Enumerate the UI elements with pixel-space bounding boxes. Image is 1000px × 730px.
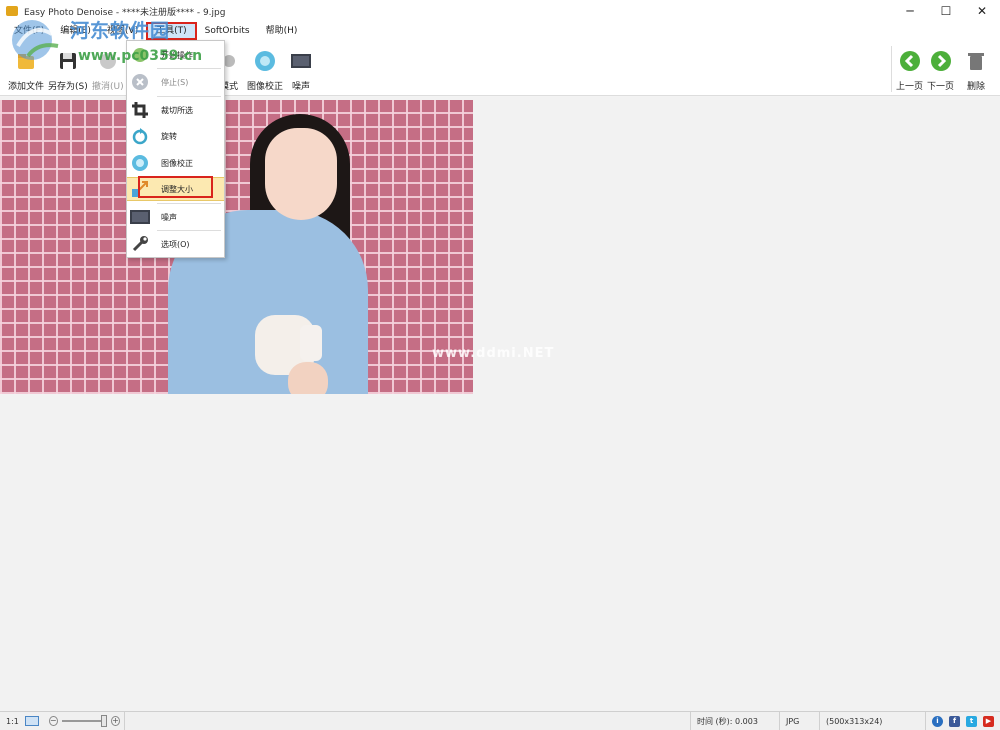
prev-page-label: 上一页 <box>896 82 924 92</box>
tools-menu: 开始操作 停止(S) 裁切所选 旋转 图像校正 调整大小 噪声 选项(O) <box>126 40 225 258</box>
zoom-slider-thumb[interactable] <box>101 715 108 727</box>
photo-watermark-text: www.ddmi.NET <box>432 346 555 361</box>
file-format: JPG <box>780 711 820 730</box>
add-file-label: 添加文件 <box>8 82 45 92</box>
menu-item-label: 噪声 <box>161 212 177 222</box>
processing-time: 时间 (秒): 0.003 <box>690 711 780 730</box>
next-page-button[interactable]: 下一页 <box>927 44 954 92</box>
window-controls: ─ ☐ ✕ <box>892 0 1000 22</box>
photo-preview <box>0 100 473 394</box>
image-dimensions: (500x313x24) <box>820 711 926 730</box>
highlight-box <box>138 176 213 198</box>
menu-item-rotate[interactable]: 旋转 <box>127 124 224 148</box>
stop-icon <box>127 73 153 91</box>
undo-label: 撤消(U) <box>92 82 124 92</box>
info-icon[interactable]: i <box>932 715 943 727</box>
site-logo-icon <box>12 20 59 60</box>
menu-item-label: 裁切所选 <box>161 105 193 115</box>
toolbar-separator <box>891 46 892 92</box>
zoom-label: 1:1 <box>6 716 19 726</box>
image-correction-label: 图像校正 <box>247 82 284 92</box>
fit-screen-icon[interactable] <box>24 716 39 726</box>
noise-label: 噪声 <box>291 82 310 92</box>
facebook-icon[interactable]: f <box>949 715 960 727</box>
status-bar: 1:1 − + 时间 (秒): 0.003 JPG (500x313x24) i… <box>0 711 1000 730</box>
arrow-right-icon <box>930 50 952 72</box>
menu-item-label: 图像校正 <box>161 158 193 168</box>
next-page-label: 下一页 <box>927 82 955 92</box>
site-name: 河东软件园 <box>70 20 171 42</box>
zoom-slider-group: − + <box>45 711 125 730</box>
maximize-button[interactable]: ☐ <box>928 0 964 22</box>
youtube-icon[interactable]: ▶ <box>983 715 994 727</box>
menu-item-noise[interactable]: 噪声 <box>127 205 224 229</box>
rotate-icon <box>127 127 153 145</box>
delete-button[interactable]: 删除 <box>965 44 987 92</box>
menu-softorbits[interactable]: SoftOrbits <box>197 22 258 40</box>
menu-item-label: 停止(S) <box>161 77 189 87</box>
zoom-ratio[interactable]: 1:1 <box>0 712 45 730</box>
social-links: i f t ▶ <box>926 715 1000 727</box>
zoom-in-icon[interactable]: + <box>111 716 120 726</box>
delete-label: 删除 <box>966 82 985 92</box>
menu-item-crop[interactable]: 裁切所选 <box>127 98 224 122</box>
zoom-out-icon[interactable]: − <box>48 716 58 726</box>
twitter-icon[interactable]: t <box>966 715 977 727</box>
app-icon <box>6 6 18 16</box>
menu-item-options[interactable]: 选项(O) <box>127 232 224 256</box>
noise-icon <box>127 210 153 224</box>
site-url: www.pc0359.cn <box>78 48 203 64</box>
zoom-slider[interactable] <box>61 715 108 727</box>
noise-icon <box>290 50 312 72</box>
menu-item-stop[interactable]: 停止(S) <box>127 70 224 94</box>
wrench-icon <box>127 235 153 253</box>
menu-item-label: 选项(O) <box>161 239 190 249</box>
noise-button[interactable]: 噪声 <box>290 44 312 92</box>
arrow-left-icon <box>899 50 921 72</box>
menu-help[interactable]: 帮助(H) <box>258 22 306 40</box>
menu-item-image-correction[interactable]: 图像校正 <box>127 151 224 175</box>
snowflake-icon <box>127 154 153 172</box>
minimize-button[interactable]: ─ <box>892 0 928 22</box>
image-correction-button[interactable]: 图像校正 <box>247 44 283 92</box>
close-button[interactable]: ✕ <box>964 0 1000 22</box>
save-as-label: 另存为(S) <box>48 82 88 92</box>
crop-icon <box>127 101 153 119</box>
menu-item-label: 旋转 <box>161 131 177 141</box>
snowflake-icon <box>254 50 276 72</box>
prev-page-button[interactable]: 上一页 <box>896 44 923 92</box>
trash-icon <box>965 50 987 72</box>
